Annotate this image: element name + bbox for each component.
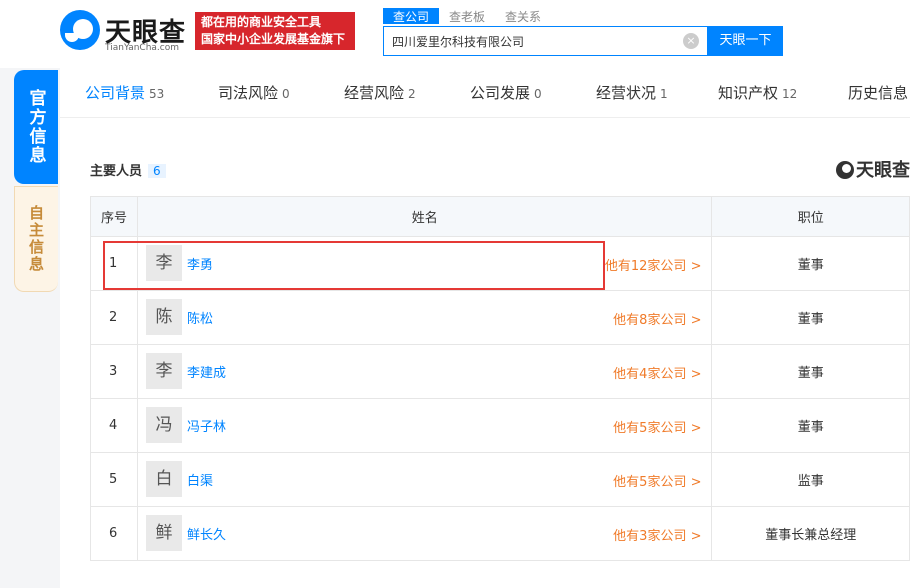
row-person-cell: 陈陈松 他有8家公司 > <box>136 290 713 345</box>
table-row: 6 鲜鲜长久 他有3家公司 > 董事长兼总经理 <box>90 506 910 561</box>
main-panel: 公司背景 53 司法风险 0 经营风险 2 公司发展 0 经营状况 1 知识产权 12 历史… <box>60 68 910 588</box>
tab-label: 知识产权 <box>718 84 779 102</box>
row-no: 4 <box>90 398 138 453</box>
promo-banner[interactable]: 都在用的商业安全工具 国家中小企业发展基金旗下 <box>195 12 355 50</box>
row-position: 董事 <box>711 290 910 345</box>
section-count-badge: 6 <box>148 164 166 178</box>
side-tab-self-info[interactable]: 自主信息 <box>14 186 58 292</box>
tab-count: 53 <box>149 87 165 101</box>
table-header-row: 序号 姓名 职位 <box>90 196 910 237</box>
tab-count: 2 <box>408 87 416 101</box>
person-name-link[interactable]: 鲜长久 <box>187 524 226 543</box>
person-companies-link[interactable]: 他有5家公司 > <box>613 417 701 436</box>
row-position: 董事 <box>711 344 910 399</box>
row-person-cell: 鲜鲜长久 他有3家公司 > <box>136 506 713 561</box>
tab-operating-risk[interactable]: 经营风险 2 <box>344 82 416 103</box>
header-name: 姓名 <box>136 196 713 237</box>
avatar[interactable]: 李 <box>145 245 182 281</box>
table-row: 3 李李建成 他有4家公司 > 董事 <box>90 344 910 399</box>
tab-company-development[interactable]: 公司发展 0 <box>470 82 542 103</box>
tab-history-info[interactable]: 历史信息 <box>848 82 908 103</box>
person-companies-link[interactable]: 他有4家公司 > <box>613 363 701 382</box>
tianyancha-logo[interactable]: 天眼查 TianYanCha.com <box>60 10 190 53</box>
search-type-tabs: 查公司 查老板 查关系 <box>383 8 783 24</box>
avatar[interactable]: 白 <box>145 461 182 497</box>
tab-label: 经营风险 <box>344 84 405 102</box>
table-row: 5 白白渠 他有5家公司 > 监事 <box>90 452 910 507</box>
header-position: 职位 <box>711 196 910 237</box>
table-row: 1 李李勇 他有12家公司 > 董事 <box>90 236 910 291</box>
table-row: 4 冯冯子林 他有5家公司 > 董事 <box>90 398 910 453</box>
avatar[interactable]: 李 <box>145 353 182 389</box>
tab-label: 历史信息 <box>848 84 909 102</box>
row-person-cell: 李李勇 他有12家公司 > <box>136 236 713 291</box>
tab-legal-risk[interactable]: 司法风险 0 <box>218 82 290 103</box>
row-person-cell: 冯冯子林 他有5家公司 > <box>136 398 713 453</box>
tab-operating-status[interactable]: 经营状况 1 <box>596 82 668 103</box>
search-area: 查公司 查老板 查关系 四川爱里尔科技有限公司 × 天眼一下 <box>383 8 783 56</box>
side-tabs: 官方信息 自主信息 <box>14 70 58 292</box>
row-no: 2 <box>90 290 138 345</box>
row-no: 3 <box>90 344 138 399</box>
logo-mark-icon <box>60 10 100 50</box>
banner-line-2: 国家中小企业发展基金旗下 <box>201 32 346 46</box>
person-name-link[interactable]: 陈松 <box>187 308 213 327</box>
section-title-text: 主要人员 <box>90 164 143 179</box>
tab-count: 1 <box>660 87 668 101</box>
category-nav: 公司背景 53 司法风险 0 经营风险 2 公司发展 0 经营状况 1 知识产权 12 历史… <box>60 68 910 118</box>
search-button[interactable]: 天眼一下 <box>708 26 783 56</box>
tab-search-boss[interactable]: 查老板 <box>439 8 495 24</box>
person-companies-link[interactable]: 他有8家公司 > <box>613 309 701 328</box>
tab-label: 公司发展 <box>470 84 531 102</box>
tab-label: 公司背景 <box>85 84 146 102</box>
search-input[interactable]: 四川爱里尔科技有限公司 × <box>383 26 708 56</box>
person-companies-link[interactable]: 他有3家公司 > <box>613 525 701 544</box>
avatar[interactable]: 陈 <box>145 299 182 335</box>
search-input-value: 四川爱里尔科技有限公司 <box>392 35 525 49</box>
watermark-mark-icon <box>836 161 854 179</box>
row-no: 5 <box>90 452 138 507</box>
tab-search-relation[interactable]: 查关系 <box>495 8 551 24</box>
person-companies-link[interactable]: 他有12家公司 > <box>605 255 702 274</box>
side-tab-official-info[interactable]: 官方信息 <box>14 70 58 184</box>
row-person-cell: 白白渠 他有5家公司 > <box>136 452 713 507</box>
person-name-link[interactable]: 白渠 <box>187 470 213 489</box>
row-person-cell: 李李建成 他有4家公司 > <box>136 344 713 399</box>
watermark-text: 天眼查 <box>856 160 910 181</box>
tab-count: 0 <box>282 87 290 101</box>
key-personnel-table: 序号 姓名 职位 1 李李勇 他有12家公司 > 董事 2 陈陈松 他有8家公司 >… <box>90 196 910 561</box>
person-name-link[interactable]: 李建成 <box>187 362 226 381</box>
row-no: 6 <box>90 506 138 561</box>
table-row: 2 陈陈松 他有8家公司 > 董事 <box>90 290 910 345</box>
section-title: 主要人员 6 <box>90 160 166 179</box>
tab-count: 0 <box>534 87 542 101</box>
watermark-logo: 天眼查 <box>836 156 910 182</box>
avatar[interactable]: 冯 <box>145 407 182 443</box>
person-companies-link[interactable]: 他有5家公司 > <box>613 471 701 490</box>
row-position: 董事长兼总经理 <box>711 506 910 561</box>
tab-intellectual-property[interactable]: 知识产权 12 <box>718 82 797 103</box>
avatar[interactable]: 鲜 <box>145 515 182 551</box>
banner-line-1: 都在用的商业安全工具 <box>201 15 322 29</box>
logo-domain: TianYanCha.com <box>105 43 180 53</box>
header-no: 序号 <box>90 196 138 237</box>
tab-company-background[interactable]: 公司背景 53 <box>85 82 164 103</box>
person-name-link[interactable]: 李勇 <box>187 254 213 273</box>
clear-icon[interactable]: × <box>683 33 699 49</box>
tab-search-company[interactable]: 查公司 <box>383 8 440 24</box>
row-position: 监事 <box>711 452 910 507</box>
top-bar: 天眼查 TianYanCha.com 都在用的商业安全工具 国家中小企业发展基金… <box>0 0 910 68</box>
row-position: 董事 <box>711 236 910 291</box>
row-position: 董事 <box>711 398 910 453</box>
row-no: 1 <box>90 236 138 291</box>
tab-count: 12 <box>782 87 798 101</box>
tab-label: 经营状况 <box>596 84 657 102</box>
person-name-link[interactable]: 冯子林 <box>187 416 226 435</box>
tab-label: 司法风险 <box>218 84 279 102</box>
